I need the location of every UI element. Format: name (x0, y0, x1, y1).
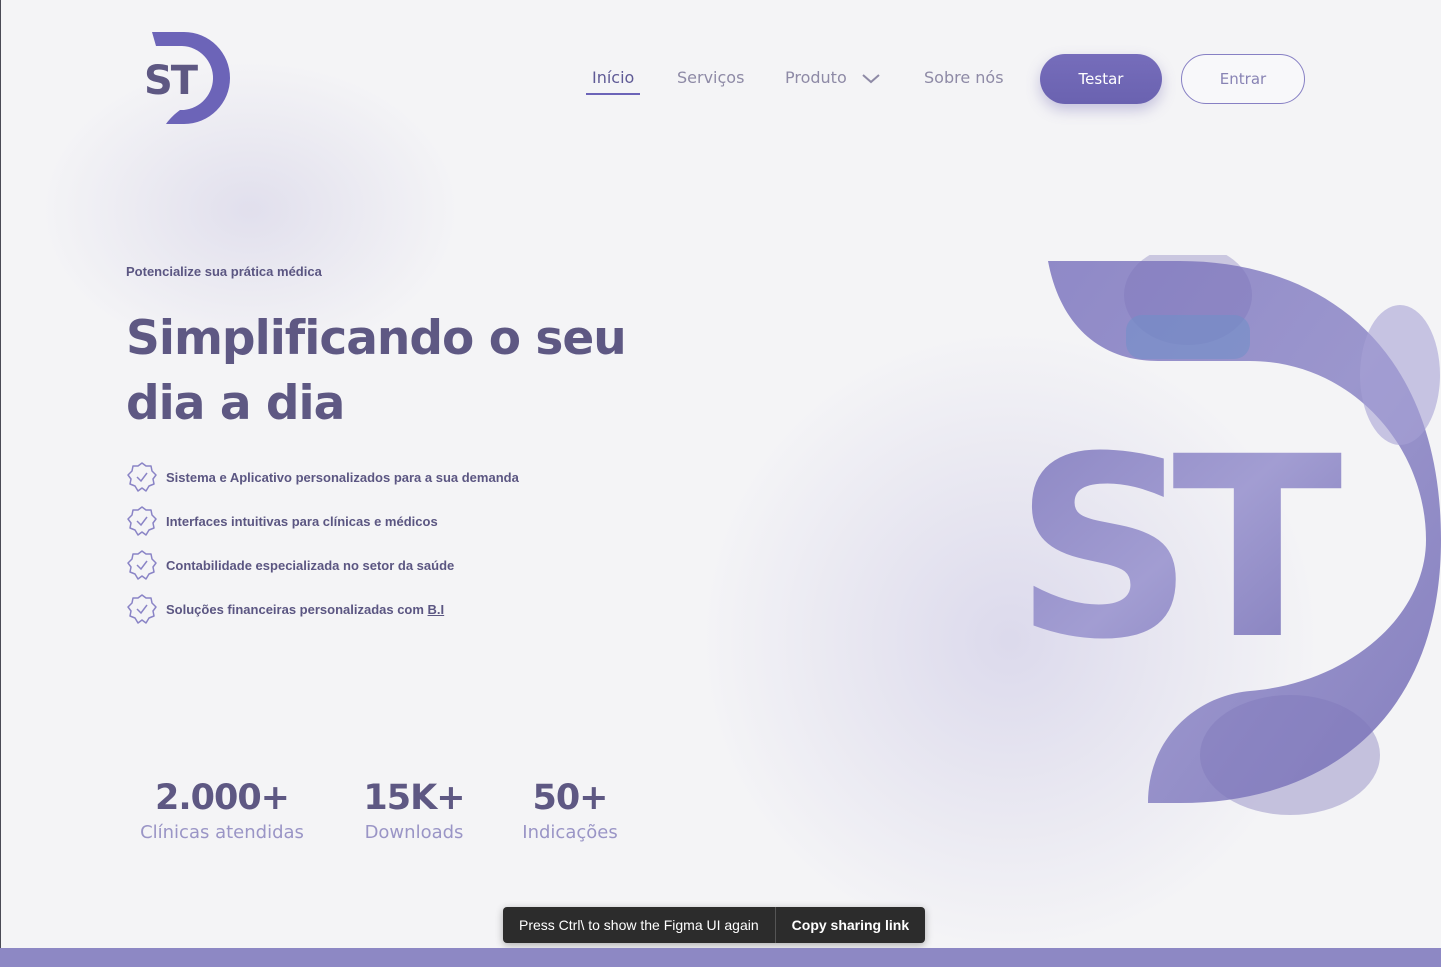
photo-face (1200, 695, 1380, 815)
stat-label: Indicações (522, 822, 618, 843)
figma-toast: Press Ctrl\ to show the Figma UI again C… (503, 907, 926, 943)
active-nav-indicator (586, 93, 640, 95)
hero-brand-graphic: ST (1014, 255, 1441, 815)
stat-value: 15K+ (363, 778, 465, 818)
stat-label: Downloads (364, 822, 464, 843)
testar-button[interactable]: Testar (1040, 54, 1162, 104)
stat-downloads: 15K+ Downloads (358, 778, 470, 843)
nav-item-produto[interactable]: Produto (785, 68, 880, 87)
feature-item: Interfaces intuitivas para clínicas e mé… (126, 499, 519, 543)
feature-text: Sistema e Aplicativo personalizados para… (166, 469, 519, 485)
nav-item-sobre-nos[interactable]: Sobre nós (924, 68, 1004, 87)
hero-eyebrow: Potencialize sua prática médica (126, 264, 322, 279)
feature-list: Sistema e Aplicativo personalizados para… (126, 455, 519, 631)
bi-link[interactable]: B.I (428, 602, 445, 617)
stat-label: Clínicas atendidas (140, 822, 304, 843)
nav-item-inicio[interactable]: Início (592, 68, 634, 87)
verified-check-icon (127, 506, 157, 536)
toast-message: Press Ctrl\ to show the Figma UI again (519, 917, 759, 933)
photo-mask (1126, 315, 1250, 359)
hero-headline: Simplificando o seu dia a dia (126, 311, 627, 431)
feature-item: Contabilidade especializada no setor da … (126, 543, 519, 587)
copy-sharing-link-button[interactable]: Copy sharing link (776, 907, 925, 943)
photo-face (1360, 305, 1440, 445)
stat-value: 50+ (532, 778, 608, 818)
logo-text: ST (144, 58, 199, 104)
stat-clinicas: 2.000+ Clínicas atendidas (134, 778, 310, 843)
page-border (0, 0, 1, 967)
hero-st-letters: ST (1014, 403, 1342, 694)
nav-item-label: Produto (785, 68, 847, 87)
nav-item-label: Serviços (677, 68, 745, 87)
feature-text: Contabilidade especializada no setor da … (166, 557, 455, 573)
next-section-band (0, 948, 1441, 967)
entrar-button[interactable]: Entrar (1181, 54, 1305, 104)
nav-item-label: Início (592, 68, 635, 87)
verified-check-icon (127, 462, 157, 492)
verified-check-icon (127, 550, 157, 580)
feature-text: Soluções financeiras personalizadas com … (166, 602, 444, 617)
feature-text-prefix: Soluções financeiras personalizadas com (166, 601, 428, 617)
nav-item-servicos[interactable]: Serviços (677, 68, 744, 87)
feature-text: Interfaces intuitivas para clínicas e mé… (166, 513, 438, 529)
verified-check-icon (127, 594, 157, 624)
feature-item: Sistema e Aplicativo personalizados para… (126, 455, 519, 499)
chevron-down-icon (862, 73, 880, 83)
feature-item: Soluções financeiras personalizadas com … (126, 587, 519, 631)
stat-value: 2.000+ (154, 778, 290, 818)
nav-item-label: Sobre nós (924, 68, 1004, 87)
stat-indicacoes: 50+ Indicações (514, 778, 626, 843)
brand-logo[interactable]: ST (142, 30, 234, 126)
